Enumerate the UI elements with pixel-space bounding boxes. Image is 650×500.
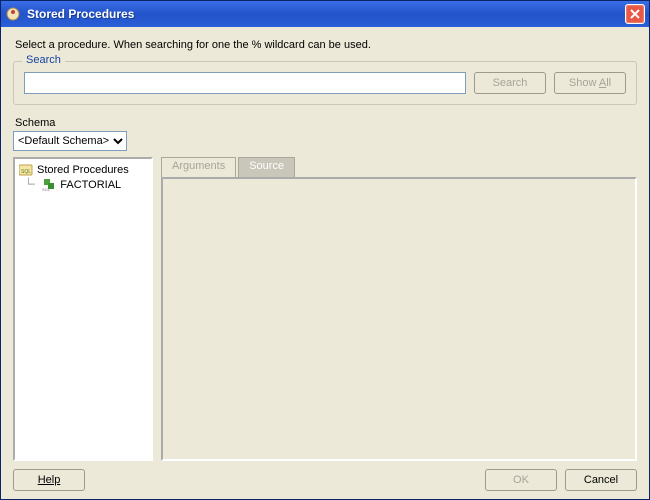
schema-label: Schema xyxy=(13,117,637,129)
tab-strip: Arguments Source xyxy=(161,157,637,177)
dialog-window: Stored Procedures Select a procedure. Wh… xyxy=(0,0,650,500)
instruction-text: Select a procedure. When searching for o… xyxy=(15,39,637,51)
show-all-button[interactable]: Show All xyxy=(554,72,626,94)
app-icon xyxy=(5,6,21,22)
tree-root-label: Stored Procedures xyxy=(37,164,129,176)
folder-sql-icon: SQL xyxy=(19,164,33,176)
schema-select[interactable]: <Default Schema> xyxy=(13,131,127,151)
window-title: Stored Procedures xyxy=(27,7,625,21)
svg-text:SQL: SQL xyxy=(21,169,31,175)
titlebar: Stored Procedures xyxy=(1,1,649,27)
svg-text:SQL: SQL xyxy=(42,187,51,191)
procedure-tree[interactable]: SQL Stored Procedures └╴ SQL FACTORI xyxy=(13,157,153,461)
main-split: SQL Stored Procedures └╴ SQL FACTORI xyxy=(13,157,637,461)
tree-connector: └╴ xyxy=(25,178,38,191)
help-button[interactable]: Help xyxy=(13,469,85,491)
show-all-label: Show All xyxy=(569,77,611,89)
footer: Help OK Cancel xyxy=(13,461,637,491)
ok-button[interactable]: OK xyxy=(485,469,557,491)
close-button[interactable] xyxy=(625,4,645,24)
search-button[interactable]: Search xyxy=(474,72,546,94)
detail-pane: Arguments Source xyxy=(161,157,637,461)
tree-item-label: FACTORIAL xyxy=(60,179,121,191)
tab-arguments[interactable]: Arguments xyxy=(161,157,236,177)
search-legend: Search xyxy=(22,54,65,66)
client-area: Select a procedure. When searching for o… xyxy=(1,27,649,499)
tab-source[interactable]: Source xyxy=(238,157,295,177)
cancel-button[interactable]: Cancel xyxy=(565,469,637,491)
proc-sql-icon: SQL xyxy=(42,179,56,191)
tree-root[interactable]: SQL Stored Procedures xyxy=(17,163,149,177)
tab-content xyxy=(161,177,637,461)
schema-block: Schema <Default Schema> xyxy=(13,117,637,151)
search-row: Search Show All xyxy=(24,72,626,94)
search-input[interactable] xyxy=(24,72,466,94)
search-group: Search Search Show All xyxy=(13,61,637,105)
tree-item[interactable]: └╴ SQL FACTORIAL xyxy=(23,177,149,192)
